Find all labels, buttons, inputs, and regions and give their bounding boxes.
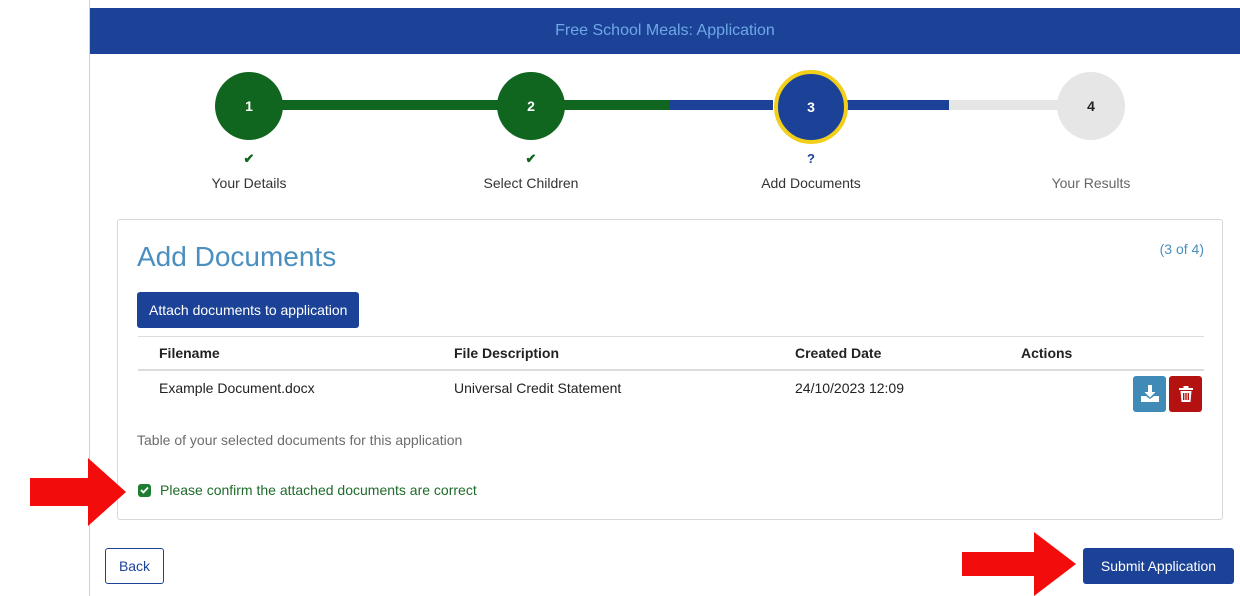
back-button[interactable]: Back (105, 548, 164, 584)
step-2-label: Select Children (483, 175, 579, 191)
column-header-created: Created Date (795, 336, 1021, 371)
step-3-question-icon: ? (807, 151, 815, 166)
row-filename: Example Document.docx (159, 379, 315, 396)
row-description: Universal Credit Statement (454, 379, 622, 396)
card-title: Add Documents (137, 241, 337, 272)
step-track-1-2 (282, 100, 498, 110)
step-3-number: 3 (807, 99, 815, 115)
app-title: Free School Meals: Application (555, 22, 775, 39)
step-4-label: Your Results (1051, 175, 1131, 191)
submit-application-button[interactable]: Submit Application (1083, 548, 1234, 584)
step-progress-indicator: (3 of 4) (1159, 241, 1204, 257)
row-created-date: 24/10/2023 12:09 (795, 379, 904, 396)
trash-icon (1178, 385, 1193, 402)
confirm-documents-label: Please confirm the attached documents ar… (160, 482, 477, 498)
step-2-check-icon: ✔ (525, 151, 537, 166)
step-4-number: 4 (1087, 98, 1095, 114)
step-1-check-icon: ✔ (243, 151, 255, 166)
annotation-arrow-right-icon (962, 532, 1076, 596)
step-3-label: Add Documents (761, 175, 861, 191)
table-caption: Table of your selected documents for thi… (137, 432, 463, 448)
step-2-number: 2 (527, 98, 535, 114)
table-header-row: Filename File Description Created Date A… (138, 336, 1204, 371)
step-2-circle[interactable]: 2 (497, 72, 565, 140)
step-3-circle[interactable]: 3 (774, 70, 848, 144)
checkbox-checked-icon[interactable] (138, 483, 151, 497)
step-4-circle[interactable]: 4 (1057, 72, 1125, 140)
download-button[interactable] (1133, 375, 1166, 412)
confirm-documents-checkbox[interactable]: Please confirm the attached documents ar… (138, 482, 477, 498)
step-track-2-3a (564, 100, 670, 110)
step-1-label: Your Details (211, 175, 287, 191)
step-track-3-4a (847, 100, 949, 110)
add-documents-card: Add Documents (3 of 4) Attach documents … (117, 219, 1223, 520)
step-1-number: 1 (245, 98, 253, 114)
annotation-arrow-left-icon (30, 458, 126, 526)
column-header-filename: Filename (138, 336, 454, 371)
step-track-2-3b (670, 100, 773, 110)
column-header-description: File Description (454, 336, 795, 371)
attach-documents-button[interactable]: Attach documents to application (137, 292, 360, 328)
download-icon (1140, 384, 1159, 402)
table-row: Example Document.docx Universal Credit S… (138, 370, 1204, 412)
documents-table: Filename File Description Created Date A… (138, 336, 1204, 412)
column-header-actions: Actions (1021, 336, 1204, 371)
delete-button[interactable] (1169, 375, 1202, 412)
step-track-3-4b (949, 100, 1059, 110)
app-banner: Free School Meals: Application (90, 8, 1240, 54)
row-actions (1021, 370, 1204, 412)
step-1-circle[interactable]: 1 (215, 72, 283, 140)
